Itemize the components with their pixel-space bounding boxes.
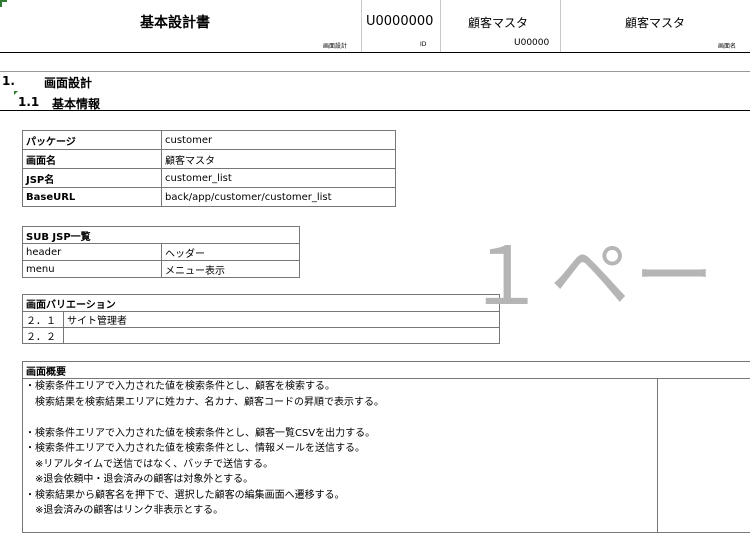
doc-title: 基本設計書 [140, 15, 210, 31]
overview-line: ・検索結果から顧客名を押下で、選択した顧客の編集画面へ遷移する。 [25, 489, 345, 501]
header-divider [361, 0, 362, 52]
sub-jsp-desc: メニュー表示 [161, 260, 300, 278]
sub-jsp-name: menu [22, 260, 162, 278]
overview-line: ・検索条件エリアで入力された値を検索条件とし、情報メールを送信する。 [25, 443, 365, 454]
header-band: 基本設計書 画面設計 U0000000 ID 顧客マスタ U00000 顧客マス… [0, 0, 750, 52]
section-title: 画面設計 [44, 76, 93, 90]
row-value: back/app/customer/customer_list [161, 187, 396, 207]
variation-desc: サイト管理者 [63, 311, 500, 328]
screen-id: U0000000 [366, 14, 434, 29]
section-number: 1. [2, 74, 15, 88]
table-title-row: 画面バリエーション [22, 294, 500, 312]
cell-corner-marker [0, 0, 7, 7]
variation-no: ２．２ [22, 327, 64, 344]
overview-line: ※退会依頼中・退会済みの顧客は対象外とする。 [25, 474, 254, 485]
basic-info-table: パッケージ customer 画面名 顧客マスタ JSP名 customer_l… [22, 130, 396, 207]
screen-name-sub: 画面名 [718, 43, 737, 50]
subsection-number: 1.1 [18, 95, 40, 109]
doc-title-sub: 画面設計 [323, 43, 348, 50]
section-top-border [0, 71, 750, 72]
overview-line: ※退会済みの顧客はリンク非表示とする。 [25, 505, 224, 516]
variation-no: ２．１ [22, 311, 64, 328]
row-value: customer [161, 130, 396, 150]
header-divider [440, 0, 441, 52]
overview-text: ・検索条件エリアで入力された値を検索条件とし、顧客を検索する。 検索結果を検索結… [25, 379, 384, 519]
row-label: JSP名 [22, 168, 162, 188]
table-row: パッケージ customer [22, 130, 396, 150]
screen-name-1: 顧客マスタ [468, 16, 529, 30]
page-watermark: １ペー [466, 230, 718, 323]
header-divider [560, 0, 561, 52]
table-title-row: SUB JSP一覧 [22, 226, 300, 244]
row-label: BaseURL [22, 187, 162, 207]
table-row: header ヘッダー [22, 243, 300, 261]
row-value: 顧客マスタ [161, 149, 396, 169]
overview-line [25, 410, 384, 426]
variation-desc [63, 327, 500, 344]
sub-jsp-table: SUB JSP一覧 header ヘッダー menu メニュー表示 [22, 226, 300, 278]
overview-box: 画面概要 ・検索条件エリアで入力された値を検索条件とし、顧客を検索する。 検索結… [22, 361, 750, 533]
screen-code: U00000 [514, 38, 550, 48]
subsection-bottom-border [0, 110, 750, 111]
overview-line: ※リアルタイムで送信ではなく、バッチで送信する。 [25, 458, 274, 470]
table-row: JSP名 customer_list [22, 168, 396, 188]
row-label: 画面名 [22, 149, 162, 169]
table-row: 画面名 顧客マスタ [22, 149, 396, 169]
sub-jsp-desc: ヘッダー [161, 243, 300, 261]
screen-name-2: 顧客マスタ [625, 16, 686, 30]
header-bottom-border [0, 52, 750, 53]
overview-title: 画面概要 [26, 367, 66, 378]
table-row: ２．１ サイト管理者 [22, 311, 500, 328]
overview-line: ・検索条件エリアで入力された値を検索条件とし、顧客一覧CSVを出力する。 [25, 427, 376, 439]
table-row: ２．２ [22, 327, 500, 344]
row-label: パッケージ [22, 130, 162, 150]
variation-table: 画面バリエーション ２．１ サイト管理者 ２．２ [22, 294, 500, 344]
screen-id-sub: ID [420, 41, 427, 48]
overview-column-divider [657, 378, 658, 532]
sub-jsp-name: header [22, 243, 162, 261]
overview-line: 検索結果を検索結果エリアに姓カナ、名カナ、顧客コードの昇順で表示する。 [25, 396, 384, 408]
overview-line: ・検索条件エリアで入力された値を検索条件とし、顧客を検索する。 [25, 381, 335, 392]
table-row: menu メニュー表示 [22, 260, 300, 278]
row-value: customer_list [161, 168, 396, 188]
sub-jsp-title: SUB JSP一覧 [22, 226, 300, 244]
table-row: BaseURL back/app/customer/customer_list [22, 187, 396, 207]
variation-title: 画面バリエーション [22, 294, 500, 312]
